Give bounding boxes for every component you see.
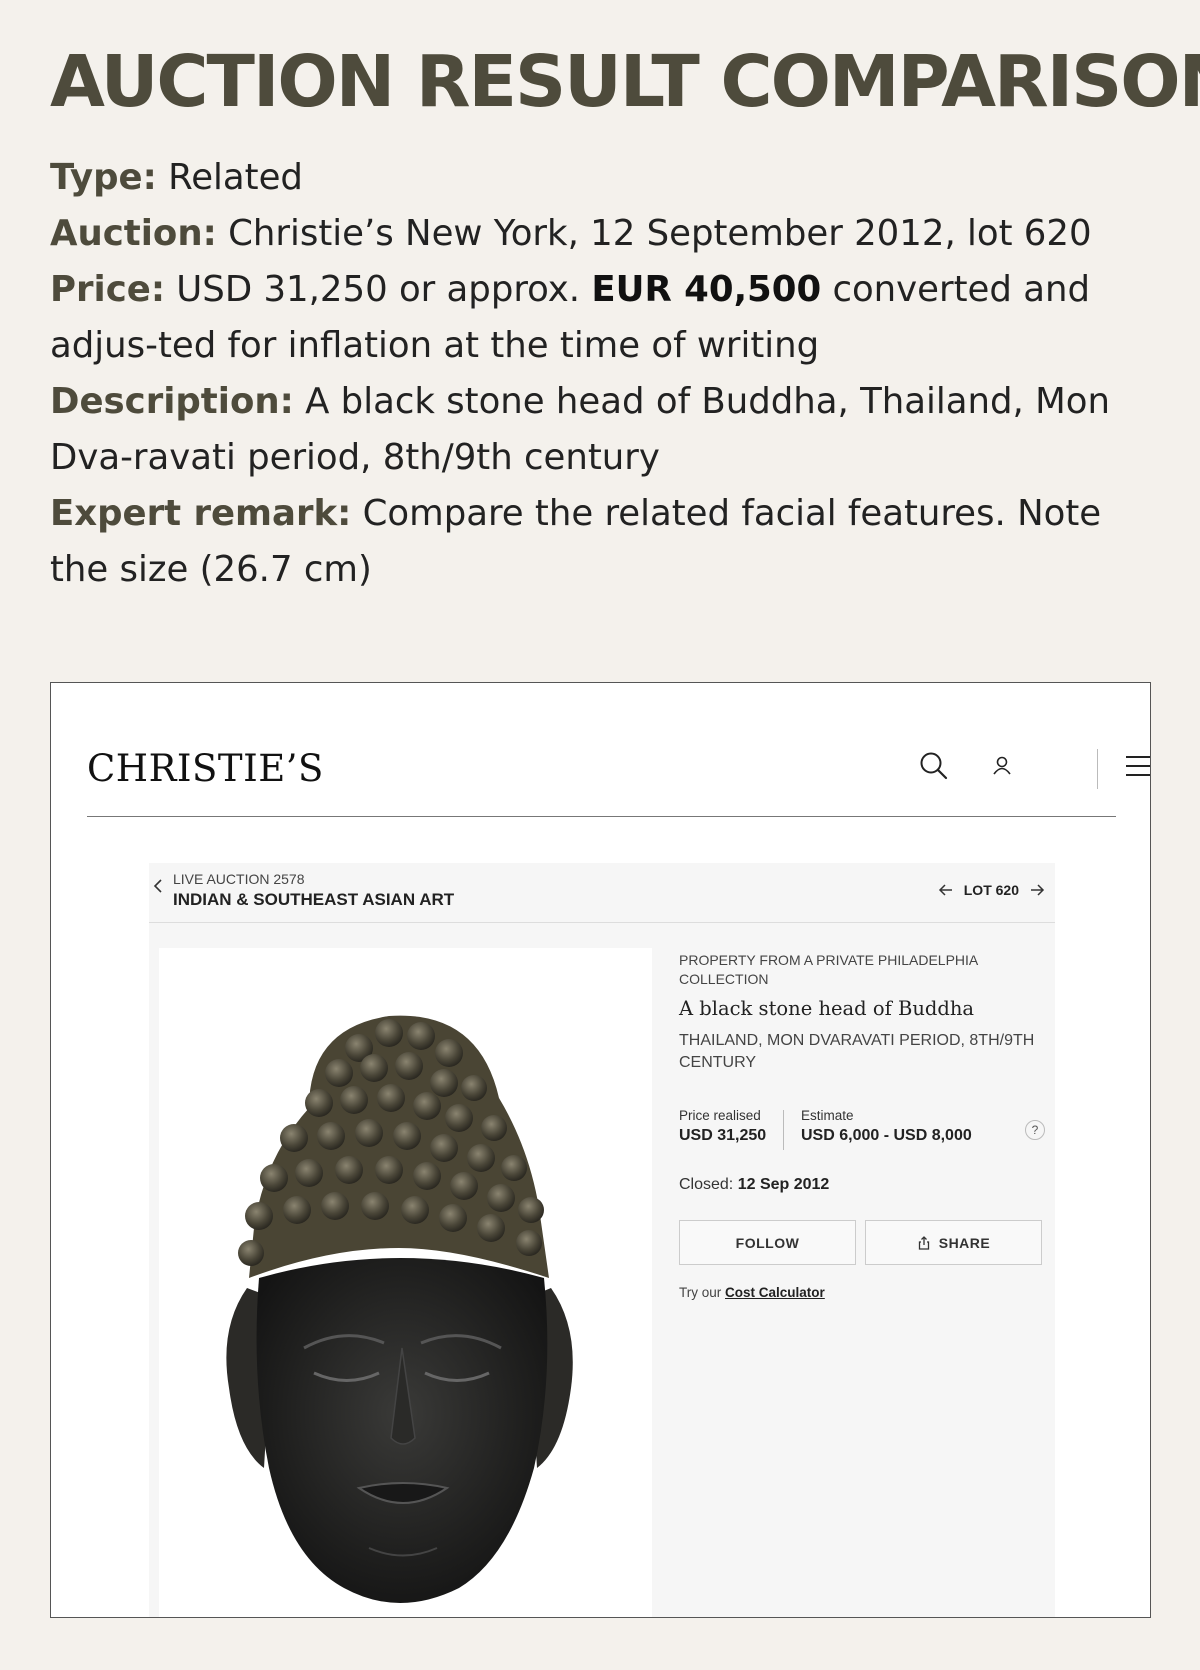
arrow-right-icon[interactable]	[1029, 882, 1045, 898]
description-label: Description:	[50, 381, 294, 422]
calc-prefix: Try our	[679, 1285, 726, 1300]
description-row: Description: A black stone head of Buddh…	[50, 374, 1155, 486]
live-auction-label: LIVE AUCTION 2578	[173, 871, 305, 887]
page: AUCTION RESULT COMPARISON Type: Related …	[0, 0, 1200, 1670]
lot-image[interactable]	[159, 948, 652, 1617]
lot-panel: LIVE AUCTION 2578 INDIAN & SOUTHEAST ASI…	[149, 863, 1055, 1617]
price-divider	[783, 1110, 784, 1150]
cost-calculator-link[interactable]: Cost Calculator	[725, 1285, 825, 1300]
price-label: Price:	[50, 269, 166, 310]
page-title: AUCTION RESULT COMPARISON	[50, 40, 1200, 123]
lot-subtitle: THAILAND, MON DVARAVATI PERIOD, 8TH/9TH …	[679, 1032, 1035, 1071]
provenance-text: PROPERTY FROM A PRIVATE PHILADELPHIA COL…	[679, 952, 978, 987]
lot-number: LOT 620	[963, 882, 1019, 898]
christies-screenshot: CHRISTIE’S LIVE AUCTION 2578 INDIAN & SO…	[50, 682, 1151, 1618]
price-realised: Price realised USD 31,250	[679, 1108, 766, 1145]
auction-value: Christie’s New York, 12 September 2012, …	[216, 213, 1092, 254]
estimate: Estimate USD 6,000 - USD 8,000	[801, 1108, 972, 1145]
remark-row: Expert remark: Compare the related facia…	[50, 486, 1155, 598]
estimate-value: USD 6,000 - USD 8,000	[801, 1127, 972, 1144]
remark-label: Expert remark:	[50, 493, 352, 534]
auction-row: Auction: Christie’s New York, 12 Septemb…	[50, 206, 1155, 262]
share-label: SHARE	[938, 1234, 991, 1251]
sale-title[interactable]: INDIAN & SOUTHEAST ASIAN ART	[173, 890, 454, 910]
type-value: Related	[156, 157, 303, 198]
price-row: Price: USD 31,250 or approx. EUR 40,500 …	[50, 262, 1155, 374]
help-icon[interactable]: ?	[1025, 1120, 1045, 1140]
header-divider	[1097, 749, 1098, 789]
search-icon[interactable]	[917, 749, 951, 783]
type-label: Type:	[50, 157, 157, 198]
christies-logo[interactable]: CHRISTIE’S	[87, 747, 324, 790]
price-eur: EUR 40,500	[591, 269, 822, 310]
type-row: Type: Related	[50, 150, 1155, 206]
cost-calculator-line: Try our Cost Calculator	[679, 1285, 1049, 1300]
action-buttons: FOLLOW SHARE	[679, 1220, 1049, 1265]
price-realised-value: USD 31,250	[679, 1127, 767, 1144]
auction-label: Auction:	[50, 213, 217, 254]
follow-label: FOLLOW	[735, 1234, 800, 1251]
price-block: Price realised USD 31,250 Estimate USD 6…	[679, 1108, 1049, 1154]
price-realised-label: Price realised	[679, 1108, 761, 1123]
menu-icon[interactable]	[1123, 749, 1151, 783]
lot-title: A black stone head of Buddha	[679, 997, 975, 1020]
comparison-info: Type: Related Auction: Christie’s New Yo…	[50, 150, 1155, 598]
lot-bar: LIVE AUCTION 2578 INDIAN & SOUTHEAST ASI…	[149, 863, 1055, 923]
user-icon[interactable]	[985, 749, 1019, 783]
closed-label: Closed:	[679, 1176, 738, 1193]
closed-info: Closed: 12 Sep 2012	[679, 1176, 1049, 1194]
share-icon	[918, 1235, 929, 1250]
lot-details: PROPERTY FROM A PRIVATE PHILADELPHIA COL…	[679, 951, 1049, 1300]
estimate-label: Estimate	[801, 1108, 854, 1123]
share-button[interactable]: SHARE	[865, 1220, 1042, 1265]
chevron-left-icon[interactable]	[151, 877, 165, 895]
site-header: CHRISTIE’S	[87, 683, 1150, 817]
closed-date: 12 Sep 2012	[737, 1176, 830, 1193]
buddha-head-image	[226, 1015, 573, 1603]
arrow-left-icon[interactable]	[938, 882, 954, 898]
lot-navigation: LOT 620	[938, 879, 1045, 901]
price-prefix: USD 31,250 or approx.	[165, 269, 592, 310]
follow-button[interactable]: FOLLOW	[679, 1220, 856, 1265]
